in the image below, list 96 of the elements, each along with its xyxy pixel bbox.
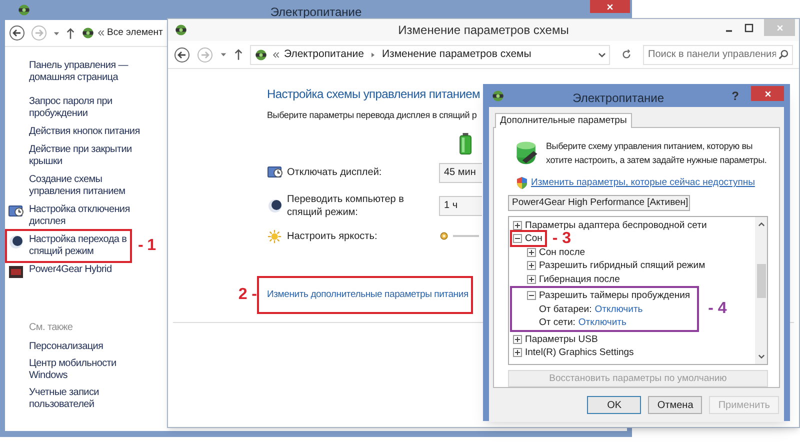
power-options-icon bbox=[81, 26, 95, 40]
breadcrumb-item[interactable]: Все элемент bbox=[107, 26, 163, 40]
search-field[interactable]: Поиск в панели управления bbox=[643, 44, 793, 64]
annotation-label: - 3 bbox=[552, 230, 572, 248]
annotation-label: - 4 bbox=[708, 300, 727, 318]
page-heading: Настройка схемы управления питанием bbox=[267, 86, 480, 103]
dropdown[interactable]: 1 ч bbox=[439, 196, 482, 216]
address-bar[interactable]: Электропитание Изменение параметров схемы bbox=[250, 44, 610, 64]
sidebar-link[interactable]: Настройка отключения дисплея bbox=[29, 204, 153, 228]
expand-icon[interactable] bbox=[513, 348, 522, 357]
sidebar-link[interactable]: Создание схемы управления питанием bbox=[29, 174, 153, 198]
sidebar-link[interactable]: Действия кнопок питания bbox=[29, 126, 141, 138]
tree-item[interactable]: Сон bbox=[525, 233, 542, 244]
dropdown-value: 45 мин bbox=[444, 166, 476, 179]
tree-item[interactable]: Intel(R) Graphics Settings bbox=[525, 347, 634, 358]
scrollbar[interactable] bbox=[755, 217, 767, 364]
expand-icon[interactable] bbox=[513, 220, 522, 230]
expand-icon[interactable] bbox=[527, 248, 536, 256]
tree-item[interactable]: Гибернация после bbox=[539, 274, 620, 284]
close-icon bbox=[764, 90, 772, 98]
dropdown[interactable]: 45 мин bbox=[439, 162, 482, 182]
setting-label: Переводить компьютер в спящий режим: bbox=[287, 192, 405, 218]
chevron-right-icon bbox=[370, 52, 376, 58]
sidebar-link[interactable]: Персонализация bbox=[29, 341, 104, 353]
back-button[interactable] bbox=[174, 46, 190, 62]
instruction-text: Выберите схему управления питанием, которую вы хотите настроить, а затем задайте нужные параметры. bbox=[546, 140, 768, 167]
sidebar-link[interactable]: Учетные записи пользователей bbox=[29, 387, 153, 411]
page-description: Выберите параметры перевода дисплея в спящий р bbox=[267, 109, 477, 122]
dialog-button[interactable]: OK bbox=[587, 396, 642, 414]
dim-sun-icon bbox=[439, 231, 449, 241]
setting-label: Настроить яркость: bbox=[287, 230, 378, 242]
up-button[interactable] bbox=[234, 48, 243, 61]
scroll-up-icon[interactable] bbox=[758, 221, 764, 228]
sidebar-link[interactable]: Действие при закрытии крышки bbox=[29, 144, 153, 168]
expand-icon[interactable] bbox=[527, 274, 536, 284]
annotation-label: 2 - bbox=[238, 286, 257, 304]
sidebar-link[interactable]: Запрос пароля при пробуждении bbox=[29, 96, 153, 120]
scrollbar-thumb[interactable] bbox=[756, 264, 766, 298]
window-title: Изменение параметров схемы bbox=[398, 22, 569, 39]
annotation-label: - 1 bbox=[138, 237, 156, 255]
collapse-icon[interactable] bbox=[513, 234, 522, 243]
back-button[interactable] bbox=[9, 25, 25, 41]
sun-icon bbox=[267, 228, 282, 244]
breadcrumb-item[interactable]: Электропитание bbox=[284, 46, 364, 62]
section-heading: См. также bbox=[29, 322, 73, 334]
close-button[interactable] bbox=[751, 86, 784, 101]
recent-pages-caret-icon[interactable] bbox=[220, 51, 227, 58]
expand-icon[interactable] bbox=[527, 261, 536, 270]
recent-pages-caret-icon[interactable] bbox=[53, 30, 60, 36]
link[interactable]: Изменить дополнительные параметры питания bbox=[267, 288, 468, 302]
setting-value-link[interactable]: Отключить bbox=[578, 317, 626, 328]
search-icon bbox=[778, 49, 789, 60]
collapse-icon[interactable] bbox=[527, 291, 536, 300]
power-options-icon bbox=[174, 23, 188, 37]
sidebar-link[interactable]: Настройка перехода в спящий режим bbox=[29, 234, 129, 258]
help-button[interactable]: ? bbox=[732, 87, 739, 105]
dialog-title: Электропитание bbox=[572, 90, 666, 107]
sidebar-link[interactable]: Центр мобильности Windows bbox=[29, 358, 153, 382]
link[interactable]: Изменить параметры, которые сейчас недоступны bbox=[531, 176, 755, 190]
address-bar[interactable]: Все элемент bbox=[81, 23, 163, 43]
sidebar-link[interactable]: Панель управления — домашняя страница bbox=[29, 60, 153, 84]
sidebar-link[interactable]: Power4Gear Hybrid bbox=[29, 264, 113, 276]
tree-item[interactable]: Разрешить гибридный спящий режим bbox=[539, 260, 706, 271]
double-chevron-icon bbox=[272, 50, 280, 58]
setting-label: От сети: bbox=[539, 317, 576, 328]
power-options-icon bbox=[491, 89, 505, 103]
scroll-down-icon[interactable] bbox=[758, 353, 764, 360]
moon-icon bbox=[267, 198, 283, 214]
plan-icon bbox=[8, 264, 24, 280]
tree-item[interactable]: Сон после bbox=[539, 246, 586, 258]
dropdown-caret-icon[interactable] bbox=[598, 50, 606, 58]
moon-icon bbox=[8, 234, 24, 250]
double-chevron-icon bbox=[97, 29, 105, 37]
setting-label: От батареи: bbox=[539, 304, 592, 314]
close-icon bbox=[776, 24, 784, 32]
breadcrumb-item[interactable]: Изменение параметров схемы bbox=[382, 46, 532, 62]
setting-label: Отключать дисплей: bbox=[287, 166, 383, 179]
close-icon bbox=[606, 2, 614, 10]
dialog-button[interactable]: Отмена bbox=[648, 396, 702, 414]
display-clock-icon bbox=[267, 164, 283, 180]
tree-item[interactable]: Параметры USB bbox=[525, 334, 598, 344]
tab[interactable]: Дополнительные параметры bbox=[495, 113, 632, 128]
setting-value-link[interactable]: Отключить bbox=[594, 304, 643, 314]
shield-icon bbox=[516, 176, 528, 190]
power-options-icon bbox=[254, 48, 268, 62]
expand-icon[interactable] bbox=[513, 334, 522, 344]
tree-item[interactable]: Разрешить таймеры пробуждения bbox=[539, 290, 690, 301]
refresh-button[interactable] bbox=[621, 49, 632, 60]
dropdown-value: 1 ч bbox=[444, 199, 458, 212]
battery-icon bbox=[459, 132, 472, 154]
close-button[interactable] bbox=[590, 0, 630, 13]
maximize-button[interactable] bbox=[744, 23, 754, 33]
up-button[interactable] bbox=[66, 26, 75, 40]
power-options-icon bbox=[17, 3, 31, 17]
window-title: Электропитание bbox=[270, 4, 362, 21]
tree-item[interactable]: Параметры адаптера беспроводной сети bbox=[525, 220, 707, 230]
